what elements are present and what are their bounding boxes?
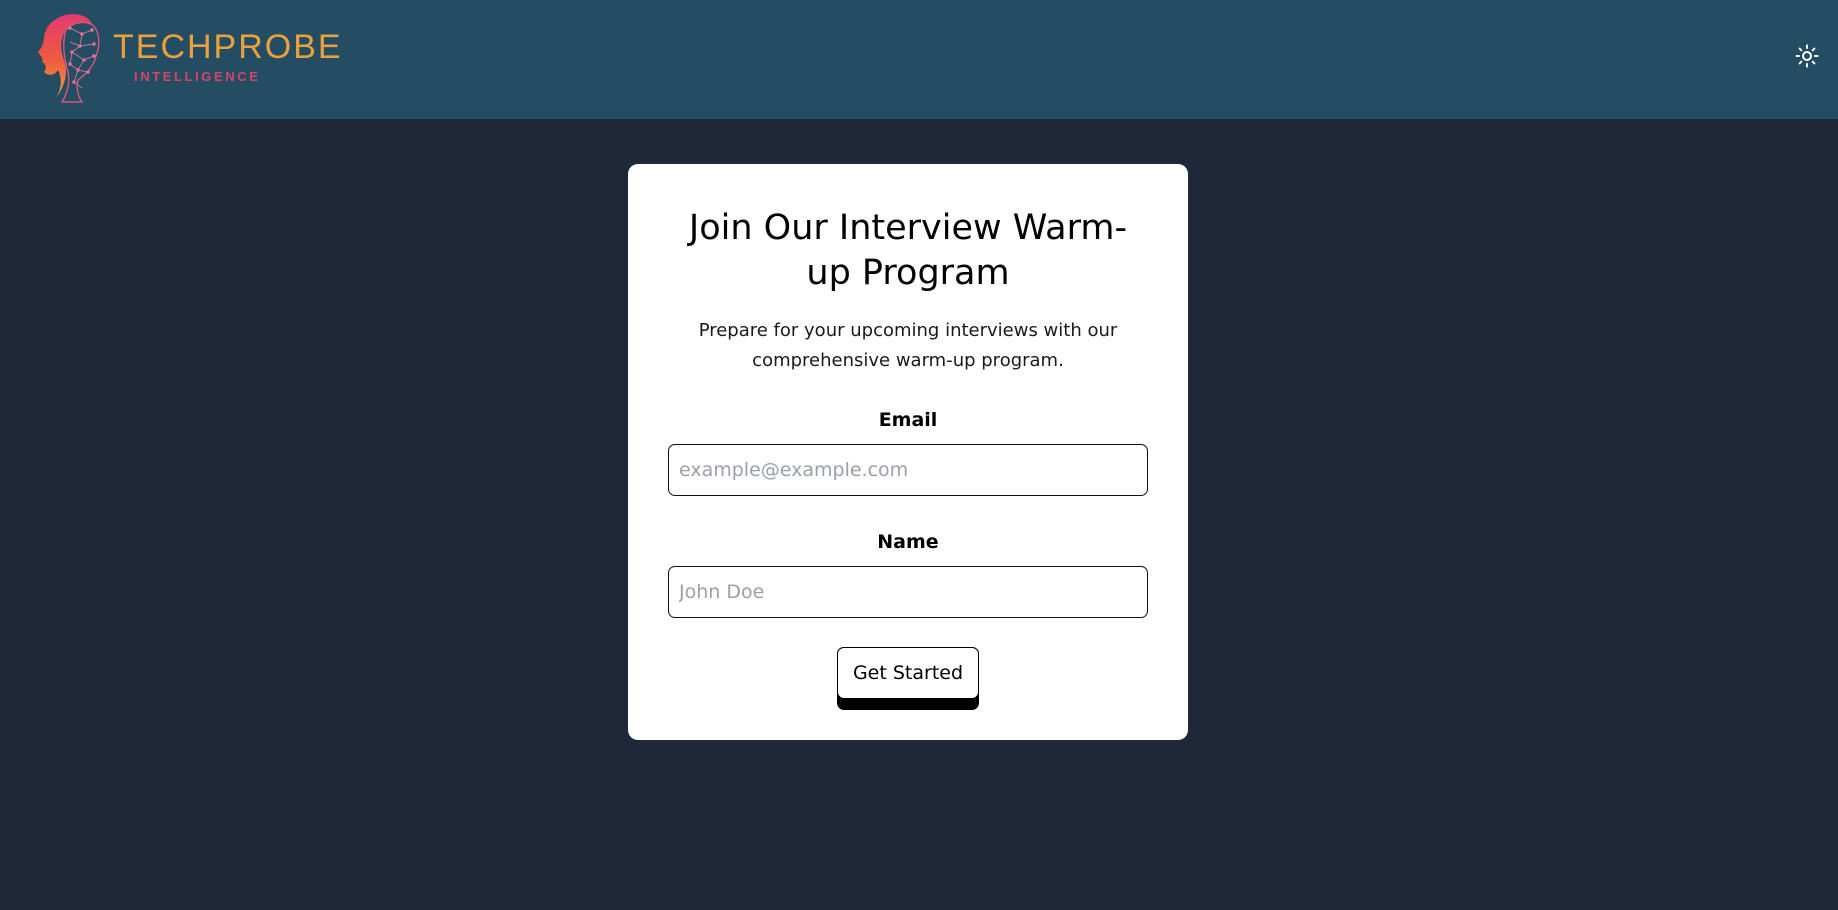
- get-started-button[interactable]: Get Started: [837, 647, 979, 699]
- page-description: Prepare for your upcoming interviews wit…: [698, 320, 1118, 371]
- signup-card: Join Our Interview Warm-up Program Prepa…: [628, 164, 1188, 740]
- name-input[interactable]: [668, 566, 1148, 618]
- email-input[interactable]: [668, 444, 1148, 496]
- brand-name: TECHPROBE: [113, 28, 343, 66]
- email-label: Email: [878, 409, 938, 431]
- sun-icon: [1795, 44, 1819, 68]
- get-started-button-shadow: Get Started: [837, 647, 979, 710]
- top-header: TECHPROBE INTELLIGENCE: [0, 0, 1838, 119]
- techprobe-logo[interactable]: TECHPROBE INTELLIGENCE: [36, 12, 346, 104]
- page-title: Join Our Interview Warm-up Program: [688, 208, 1128, 293]
- name-label: Name: [877, 531, 939, 553]
- brain-head-logo-icon: [38, 14, 100, 103]
- brand-tagline: INTELLIGENCE: [134, 69, 261, 84]
- theme-toggle-button[interactable]: [1793, 42, 1821, 70]
